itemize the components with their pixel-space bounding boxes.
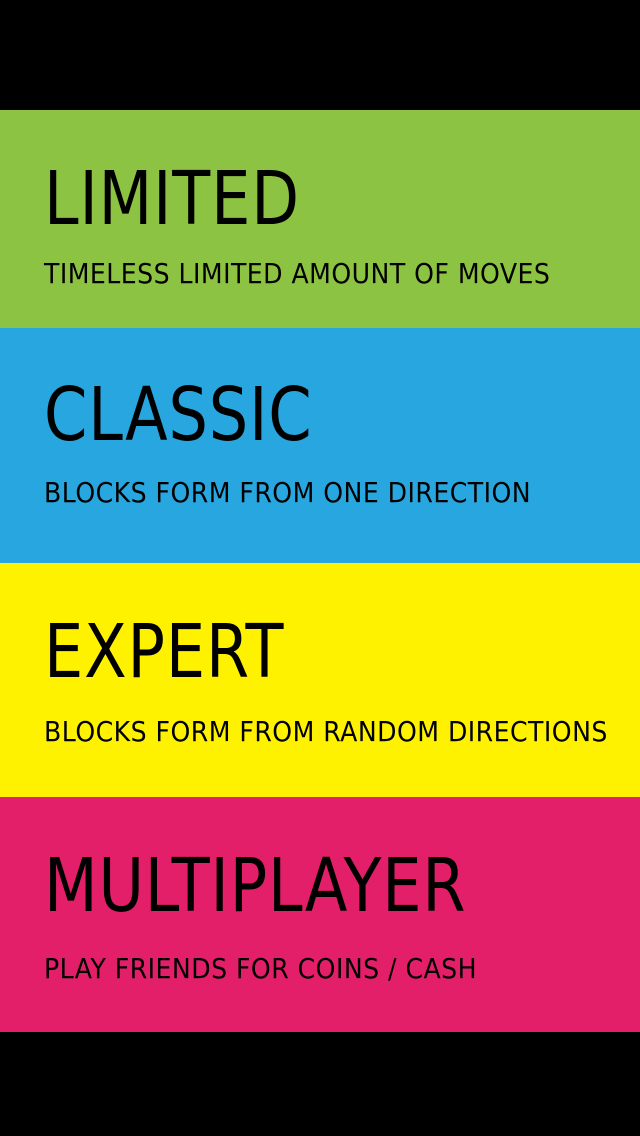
mode-limited-button[interactable]: LIMITED TIMELESS LIMITED AMOUNT OF MOVES xyxy=(0,110,640,328)
top-bar xyxy=(0,0,640,110)
mode-title: LIMITED xyxy=(44,156,300,242)
mode-subtitle: BLOCKS FORM FROM RANDOM DIRECTIONS xyxy=(44,715,608,748)
mode-multiplayer-button[interactable]: MULTIPLAYER PLAY FRIENDS FOR COINS / CAS… xyxy=(0,797,640,1032)
mode-subtitle: TIMELESS LIMITED AMOUNT OF MOVES xyxy=(44,257,551,290)
mode-expert-button[interactable]: EXPERT BLOCKS FORM FROM RANDOM DIRECTION… xyxy=(0,563,640,797)
mode-title: CLASSIC xyxy=(44,372,313,458)
mode-title: MULTIPLAYER xyxy=(44,843,467,929)
mode-subtitle: PLAY FRIENDS FOR COINS / CASH xyxy=(44,952,478,985)
mode-classic-button[interactable]: CLASSIC BLOCKS FORM FROM ONE DIRECTION xyxy=(0,328,640,563)
mode-subtitle: BLOCKS FORM FROM ONE DIRECTION xyxy=(44,476,532,509)
bottom-bar xyxy=(0,1032,640,1136)
mode-title: EXPERT xyxy=(44,609,285,695)
